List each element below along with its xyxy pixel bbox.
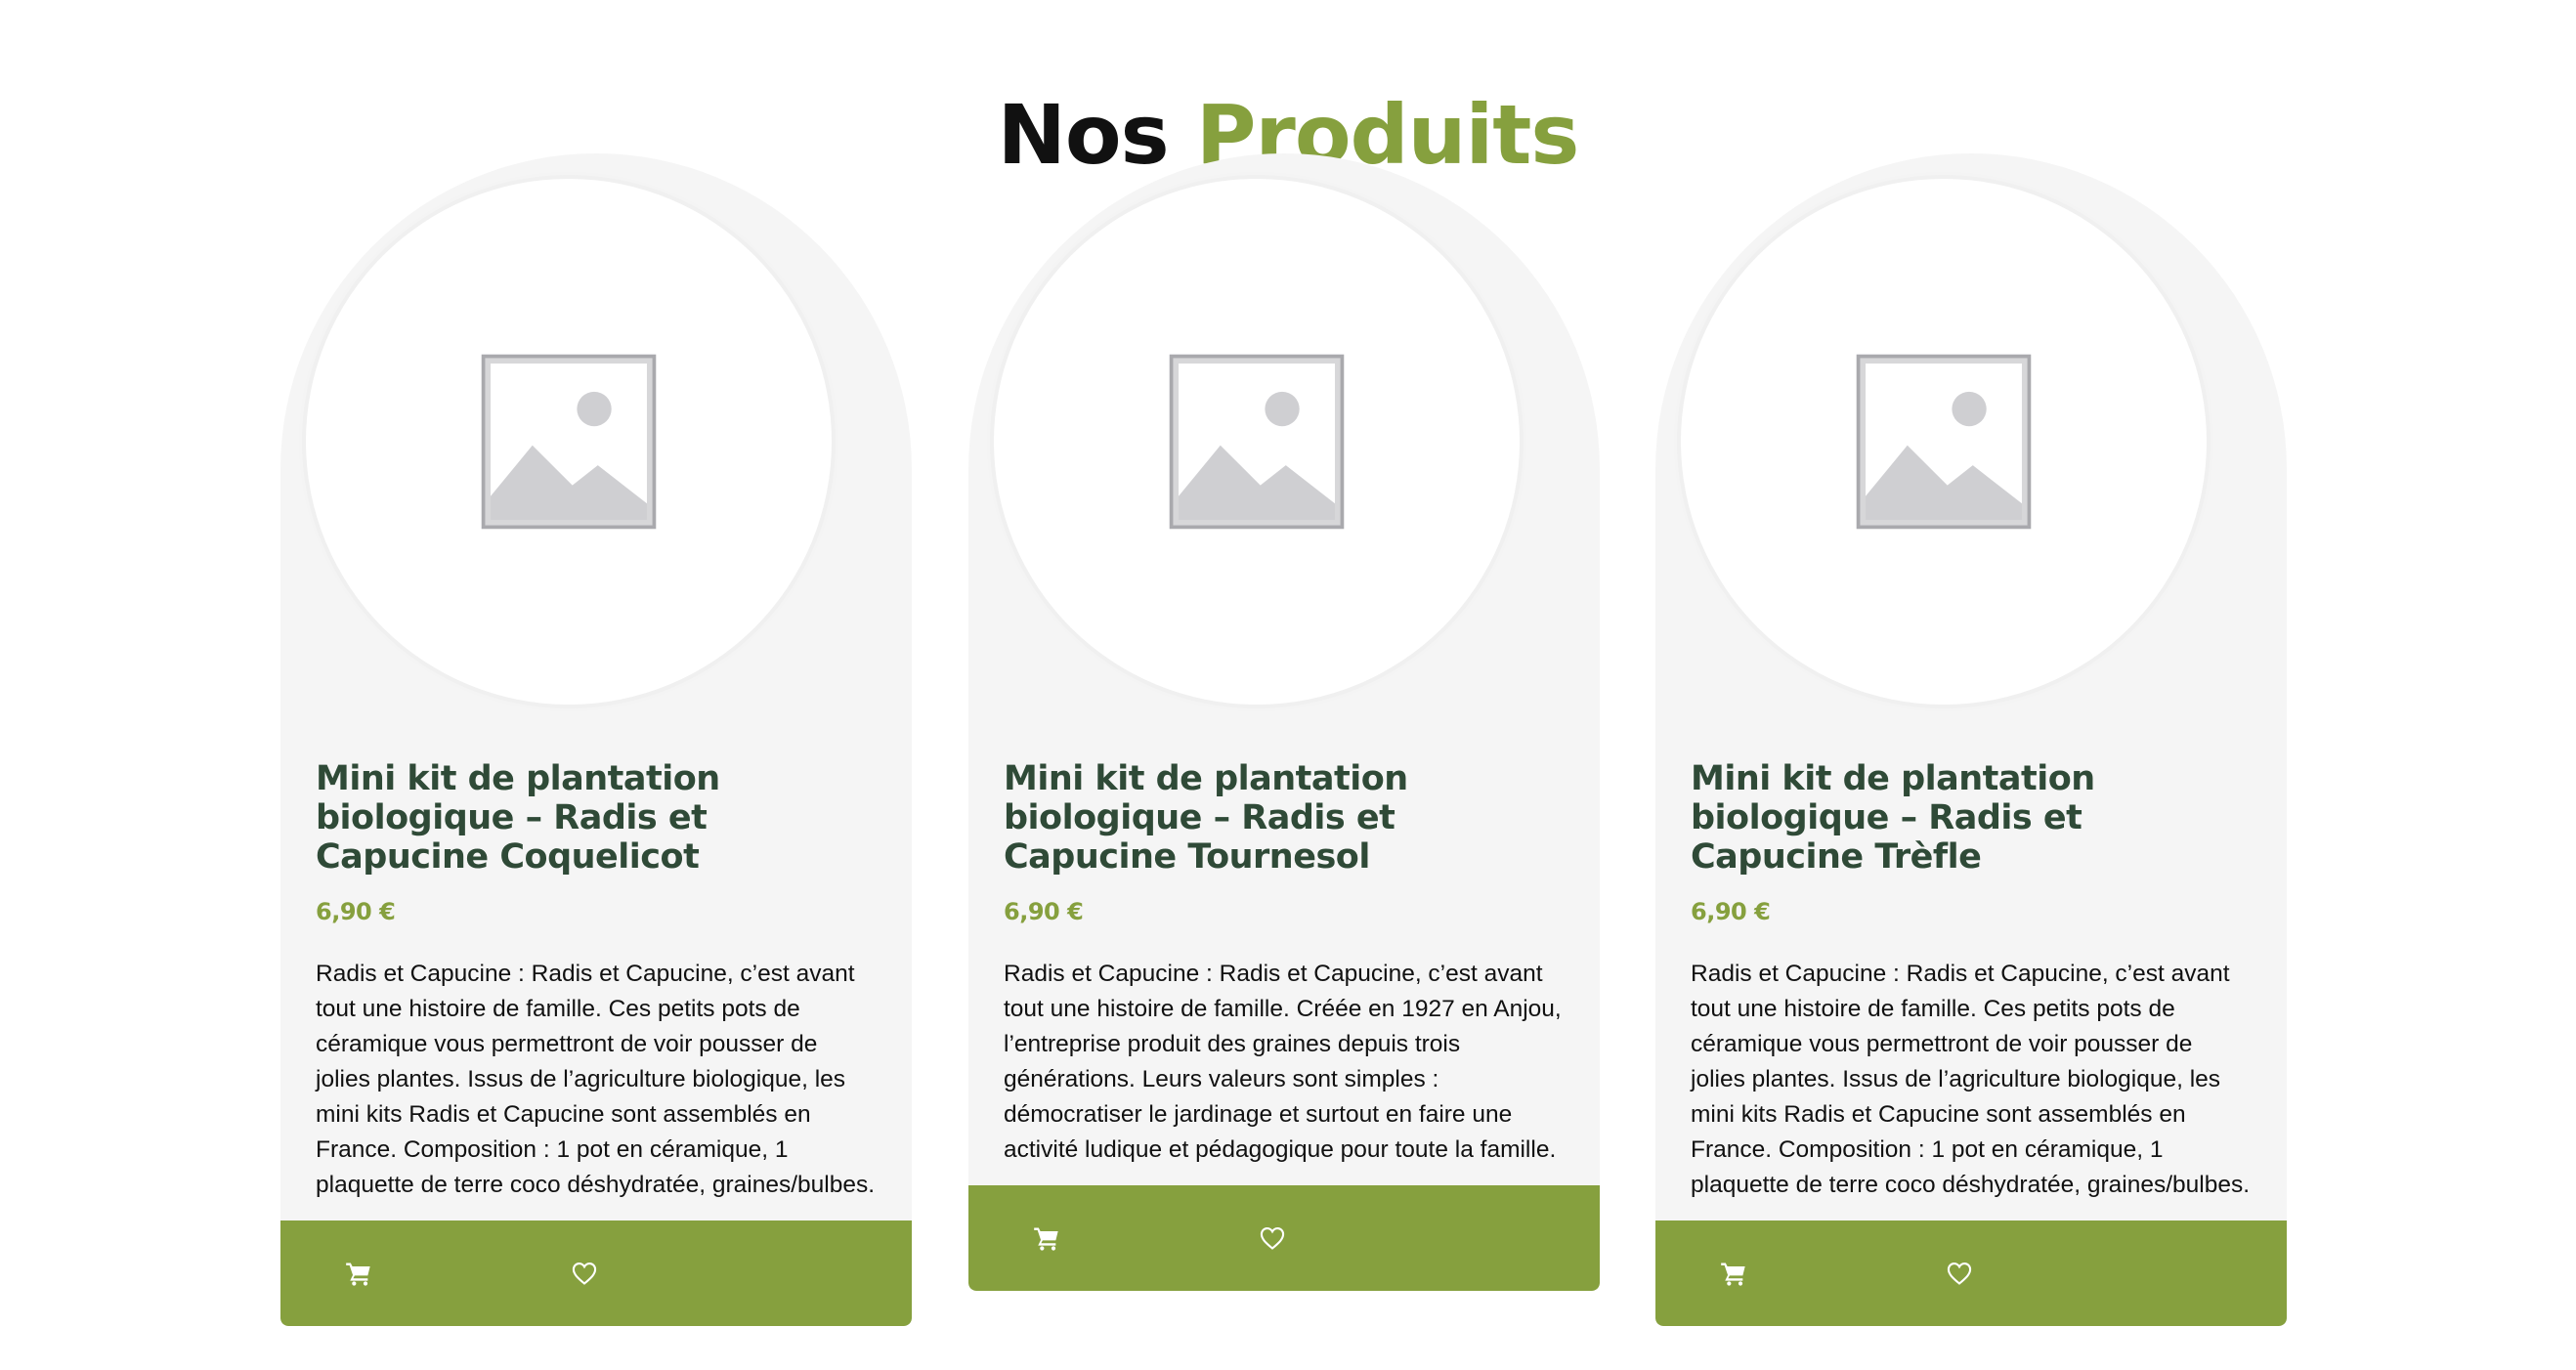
cart-icon [1034,1227,1058,1251]
product-description: Radis et Capucine : Radis et Capucine, c… [1691,961,2251,1198]
product-image[interactable] [994,179,1520,705]
product-price: 6,90 € [316,898,396,925]
product-price: 6,90 € [1004,898,1084,925]
product-card: Mini kit de plantation biologique – Radi… [968,153,1600,1291]
product-action-bar [968,1185,1600,1291]
product-title[interactable]: Mini kit de plantation biologique – Radi… [1691,759,2252,877]
product-price: 6,90 € [1691,898,1771,925]
section-title-main: Nos [997,87,1170,184]
image-placeholder-icon [1856,354,2032,530]
product-title[interactable]: Mini kit de plantation biologique – Radi… [1004,759,1565,877]
product-card: Mini kit de plantation biologique – Radi… [280,153,912,1326]
wishlist-button[interactable] [1932,1246,1987,1301]
cart-icon [346,1263,370,1286]
heart-icon [1947,1263,1972,1285]
add-to-cart-button[interactable] [1019,1211,1074,1265]
image-placeholder-icon [1169,354,1345,530]
add-to-cart-button[interactable] [1706,1246,1761,1301]
product-card: Mini kit de plantation biologique – Radi… [1655,153,2287,1326]
wishlist-button[interactable] [1245,1211,1300,1265]
product-description: Radis et Capucine : Radis et Capucine, c… [316,961,876,1198]
cart-icon [1721,1263,1745,1286]
product-action-bar [280,1220,912,1326]
product-title[interactable]: Mini kit de plantation biologique – Radi… [316,759,877,877]
product-description: Radis et Capucine : Radis et Capucine, c… [1004,961,1562,1163]
add-to-cart-button[interactable] [331,1246,386,1301]
product-image[interactable] [306,179,832,705]
image-placeholder-icon [481,354,657,530]
wishlist-button[interactable] [557,1246,612,1301]
heart-icon [572,1263,597,1285]
product-image[interactable] [1681,179,2207,705]
heart-icon [1260,1227,1285,1250]
product-action-bar [1655,1220,2287,1326]
